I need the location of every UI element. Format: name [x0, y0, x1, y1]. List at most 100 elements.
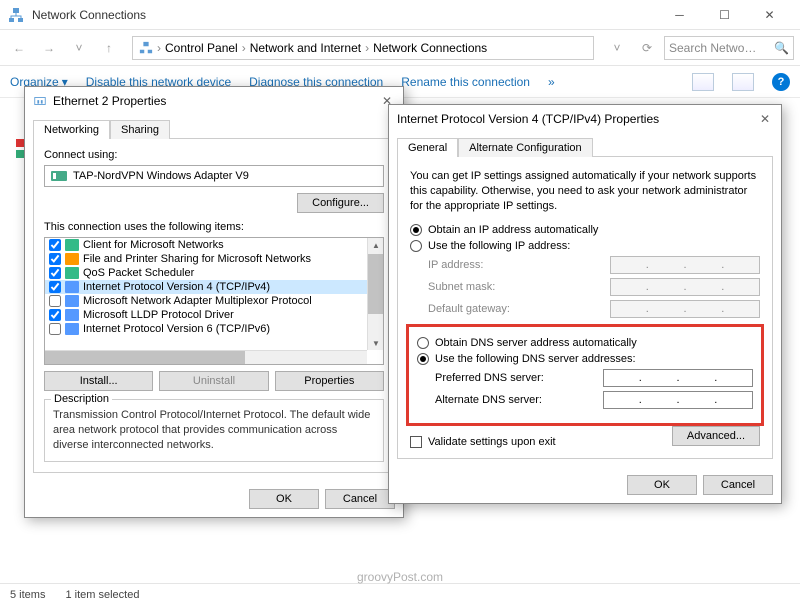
scroll-thumb[interactable]	[45, 351, 245, 364]
nav-toolbar: ← → ˅ ↑ › Control Panel › Network and In…	[0, 30, 800, 66]
item-checkbox[interactable]	[49, 281, 61, 293]
use-dns-radio[interactable]: Use the following DNS server addresses:	[417, 353, 753, 365]
cancel-button[interactable]: Cancel	[703, 475, 773, 495]
uninstall-button[interactable]: Uninstall	[159, 371, 268, 391]
ip-address-input: ...	[610, 256, 760, 274]
network-icon	[139, 41, 153, 55]
scroll-down-arrow[interactable]: ▼	[368, 336, 384, 350]
radio-label: Use the following DNS server addresses:	[435, 353, 636, 365]
horizontal-scrollbar[interactable]	[45, 350, 367, 364]
radio-label: Obtain DNS server address automatically	[435, 337, 637, 349]
item-label: Microsoft Network Adapter Multiplexor Pr…	[83, 295, 312, 307]
preview-pane-button[interactable]	[732, 73, 754, 91]
radio-icon	[417, 337, 429, 349]
description-title: Description	[51, 393, 112, 405]
rename-cmd[interactable]: Rename this connection	[401, 75, 530, 89]
items-label: This connection uses the following items…	[44, 221, 384, 233]
item-checkbox[interactable]	[49, 253, 61, 265]
component-icon	[65, 267, 79, 279]
list-item[interactable]: File and Printer Sharing for Microsoft N…	[45, 252, 383, 266]
breadcrumb-item[interactable]: Network Connections	[373, 41, 487, 55]
network-icon	[8, 7, 24, 23]
list-item[interactable]: Microsoft Network Adapter Multiplexor Pr…	[45, 294, 383, 308]
more-cmd[interactable]: »	[548, 75, 555, 89]
ok-button[interactable]: OK	[249, 489, 319, 509]
recent-dropdown[interactable]: ˅	[66, 35, 92, 61]
alternate-dns-label: Alternate DNS server:	[435, 394, 603, 406]
ethernet-icon	[33, 94, 47, 108]
item-label: QoS Packet Scheduler	[83, 267, 194, 279]
item-label: Microsoft LLDP Protocol Driver	[83, 309, 234, 321]
dns-highlight-box: Obtain DNS server address automatically …	[406, 324, 764, 426]
install-button[interactable]: Install...	[44, 371, 153, 391]
adapter-icon	[51, 170, 67, 182]
alternate-dns-input[interactable]: ...	[603, 391, 753, 409]
search-placeholder: Search Netwo…	[669, 41, 756, 55]
component-icon	[65, 295, 79, 307]
adapter-field[interactable]: TAP-NordVPN Windows Adapter V9	[44, 165, 384, 187]
list-item[interactable]: Internet Protocol Version 6 (TCP/IPv6)	[45, 322, 383, 336]
background-content	[16, 136, 24, 180]
up-button[interactable]: ↑	[96, 35, 122, 61]
forward-button[interactable]: →	[36, 35, 62, 61]
subnet-input: ...	[610, 278, 760, 296]
breadcrumb-item[interactable]: Network and Internet	[250, 41, 361, 55]
list-item[interactable]: Internet Protocol Version 4 (TCP/IPv4)	[45, 280, 383, 294]
radio-label: Use the following IP address:	[428, 240, 570, 252]
tab-general[interactable]: General	[397, 138, 458, 157]
components-list[interactable]: Client for Microsoft NetworksFile and Pr…	[44, 237, 384, 365]
radio-icon	[410, 240, 422, 252]
address-dropdown[interactable]: ˅	[604, 35, 630, 61]
adapter-name: TAP-NordVPN Windows Adapter V9	[73, 170, 249, 182]
gateway-label: Default gateway:	[428, 303, 610, 315]
ethernet-properties-dialog: Ethernet 2 Properties ✕ Networking Shari…	[24, 86, 404, 518]
help-button[interactable]: ?	[772, 73, 790, 91]
close-icon[interactable]: ✕	[757, 111, 773, 127]
refresh-button[interactable]: ⟳	[634, 35, 660, 61]
item-checkbox[interactable]	[49, 239, 61, 251]
maximize-button[interactable]: ☐	[702, 0, 747, 30]
search-input[interactable]: Search Netwo… 🔍	[664, 36, 794, 60]
dialog-title: Internet Protocol Version 4 (TCP/IPv4) P…	[397, 112, 757, 126]
properties-button[interactable]: Properties	[275, 371, 384, 391]
tab-networking[interactable]: Networking	[33, 120, 110, 139]
item-checkbox[interactable]	[49, 295, 61, 307]
dialog-title: Ethernet 2 Properties	[53, 94, 379, 108]
description-group: Description Transmission Control Protoco…	[44, 399, 384, 462]
vertical-scrollbar[interactable]: ▲ ▼	[367, 238, 383, 350]
list-item[interactable]: Microsoft LLDP Protocol Driver	[45, 308, 383, 322]
window-title: Network Connections	[32, 8, 657, 22]
use-ip-radio[interactable]: Use the following IP address:	[410, 240, 760, 252]
back-button[interactable]: ←	[6, 35, 32, 61]
tab-sharing[interactable]: Sharing	[110, 120, 170, 139]
tab-alternate-config[interactable]: Alternate Configuration	[458, 138, 593, 157]
view-options-button[interactable]	[692, 73, 714, 91]
status-bar: 5 items 1 item selected	[0, 583, 800, 605]
search-icon: 🔍	[774, 41, 789, 55]
breadcrumb-item[interactable]: Control Panel	[165, 41, 238, 55]
ok-button[interactable]: OK	[627, 475, 697, 495]
list-item[interactable]: QoS Packet Scheduler	[45, 266, 383, 280]
obtain-ip-radio[interactable]: Obtain an IP address automatically	[410, 224, 760, 236]
breadcrumb[interactable]: › Control Panel › Network and Internet ›…	[132, 36, 594, 60]
item-checkbox[interactable]	[49, 267, 61, 279]
list-item[interactable]: Client for Microsoft Networks	[45, 238, 383, 252]
item-checkbox[interactable]	[49, 309, 61, 321]
scroll-thumb[interactable]	[368, 254, 383, 314]
cancel-button[interactable]: Cancel	[325, 489, 395, 509]
item-label: File and Printer Sharing for Microsoft N…	[83, 253, 311, 265]
gateway-input: ...	[610, 300, 760, 318]
advanced-button[interactable]: Advanced...	[672, 426, 760, 446]
item-checkbox[interactable]	[49, 323, 61, 335]
close-button[interactable]: ✕	[747, 0, 792, 30]
preferred-dns-input[interactable]: ...	[603, 369, 753, 387]
component-icon	[65, 323, 79, 335]
window-titlebar: Network Connections ─ ☐ ✕	[0, 0, 800, 30]
ip-address-label: IP address:	[428, 259, 610, 271]
scroll-up-arrow[interactable]: ▲	[368, 238, 384, 252]
configure-button[interactable]: Configure...	[297, 193, 384, 213]
obtain-dns-radio[interactable]: Obtain DNS server address automatically	[417, 337, 753, 349]
checkbox-icon	[410, 436, 422, 448]
minimize-button[interactable]: ─	[657, 0, 702, 30]
watermark: groovyPost.com	[357, 570, 443, 584]
